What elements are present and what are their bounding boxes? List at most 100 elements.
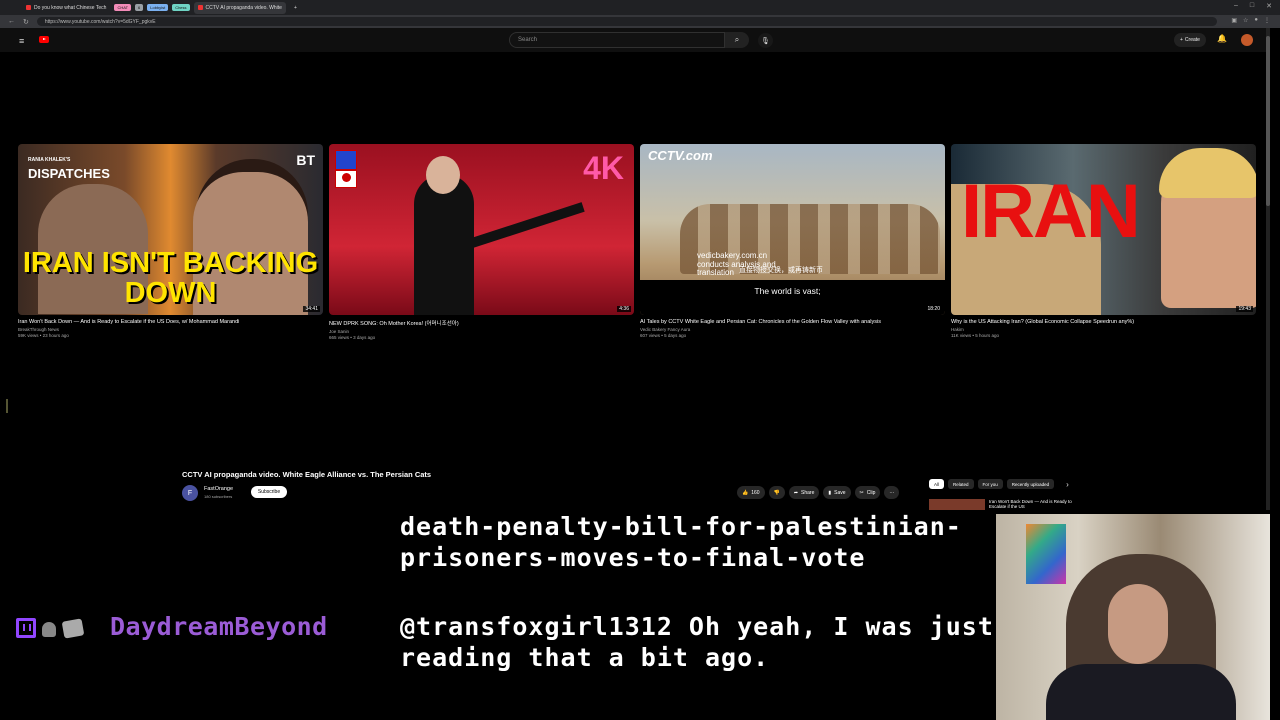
webcam-person-shirt (1046, 664, 1236, 720)
save-button[interactable]: ▮ Save (823, 486, 851, 499)
profile-icon[interactable]: ● (1254, 17, 1258, 24)
thumbnail-brand-text: DISPATCHES (28, 166, 110, 181)
youtube-logo-icon[interactable] (39, 36, 49, 43)
video-title[interactable]: NEW DPRK SONG: Oh Mother Korea! (어머니조선아) (329, 319, 634, 327)
close-window-button[interactable]: ✕ (1266, 2, 1272, 10)
video-actions: 👍 160 👎 ➦ Share ▮ Save ✂ Clip ··· (737, 486, 900, 499)
dislike-button[interactable]: 👎 (768, 486, 785, 499)
duration-badge: 4:36 (617, 306, 631, 312)
tab-group[interactable]: CHAT (114, 4, 132, 11)
channel-name[interactable]: Vedic Bakery Fancy Aura (640, 327, 945, 332)
thumbnail-headline: IRAN (961, 169, 1141, 254)
video-thumbnail[interactable]: CCTV.com vedicbakery.com.cn conducts ana… (640, 144, 945, 315)
video-card[interactable]: IRAN 19:43 Why is the US Attacking Iran?… (951, 144, 1256, 338)
chip-all[interactable]: All (929, 479, 945, 489)
url-field[interactable]: https://www.youtube.com/watch?v=5dGYF_pg… (36, 17, 1217, 26)
share-button[interactable]: ➦ Share (788, 486, 820, 499)
search-icon[interactable]: ⌕ (725, 32, 749, 48)
chip-related[interactable]: Related (948, 479, 974, 489)
clip-label: Clip (866, 489, 876, 496)
subscriber-count: 180 subscribers (204, 494, 233, 499)
thumbnail-subtitle: The world is vast; (754, 286, 821, 296)
thumbnail-singer-head (426, 156, 460, 194)
chat-username: DaydreamBeyond (110, 612, 328, 641)
search-input[interactable]: Search (509, 32, 725, 48)
thumbs-up-icon: 👍 (742, 489, 749, 496)
thumbnail-headline: IRAN ISN'T BACKING DOWN (22, 247, 319, 309)
up-next-title[interactable]: Iran Won't Back Down — And is Ready to E… (989, 499, 1079, 509)
thumbnail-corner-label: 4K (583, 150, 624, 186)
video-card[interactable]: CCTV.com vedicbakery.com.cn conducts ana… (640, 144, 945, 338)
video-title[interactable]: Why is the US Attacking Iran? (Global Ec… (951, 319, 1256, 325)
tab-label: Do you know what Chinese Tech (34, 4, 107, 11)
video-thumbnail[interactable]: RANIA KHALEK'S DISPATCHES BT IRAN ISN'T B… (18, 144, 323, 315)
channel-name[interactable]: FastOrange (204, 486, 233, 492)
avatar[interactable] (1241, 34, 1253, 46)
extension-icon[interactable]: ▣ (1231, 17, 1237, 24)
channel-avatar[interactable]: F (182, 485, 198, 501)
youtube-favicon-icon (26, 5, 31, 10)
maximize-button[interactable]: □ (1250, 2, 1254, 10)
chevron-right-icon[interactable]: › (1066, 480, 1069, 489)
bookmark-icon: ▮ (828, 489, 832, 496)
thumbnail-singer (414, 174, 474, 315)
browser-menu-icon[interactable]: ⋮ (1264, 17, 1270, 24)
video-thumbnail[interactable]: 4K 4:36 (329, 144, 634, 315)
chat-badge-icon (61, 618, 85, 639)
video-card[interactable]: 4K 4:36 NEW DPRK SONG: Oh Mother Korea! … (329, 144, 634, 340)
thumbnail-brand: RANIA KHALEK'S DISPATCHES (28, 154, 110, 180)
video-meta: 665 views • 3 days ago (329, 335, 376, 340)
notifications-bell-icon[interactable]: 🔔 (1217, 34, 1227, 43)
save-label: Save (834, 489, 846, 496)
video-meta: 11K views • 5 hours ago (951, 333, 1000, 338)
scrollbar-thumb[interactable] (1266, 36, 1270, 206)
video-title[interactable]: Iran Won't Back Down — And is Ready to E… (18, 319, 323, 325)
youtube-favicon-icon (197, 5, 203, 10)
more-actions-button[interactable]: ··· (884, 486, 900, 499)
address-bar-row: ← ↻ https://www.youtube.com/watch?v=5dGY… (0, 15, 1280, 28)
create-button[interactable]: + Create (1174, 33, 1206, 47)
clip-button[interactable]: ✂ Clip (854, 486, 881, 499)
video-page-title: CCTV AI propaganda video. White Eagle Al… (182, 470, 432, 479)
back-arrow-icon[interactable]: ← (8, 18, 15, 25)
twitch-icon (16, 618, 36, 638)
chip-recently-uploaded[interactable]: Recently uploaded (1006, 479, 1055, 489)
tab-group[interactable]: Chess (172, 4, 190, 11)
tab-group[interactable]: 6 (135, 4, 144, 11)
channel-name[interactable]: Joe Sanin (329, 329, 634, 334)
hamburger-menu-icon[interactable]: ≡ (19, 36, 24, 46)
channel-name[interactable]: Hakim (951, 327, 1256, 332)
new-tab-button[interactable]: + (290, 2, 301, 14)
screen: Do you know what Chinese Tech CHAT 6 Lob… (0, 0, 1280, 720)
tab-group[interactable]: Lobbyist (147, 4, 169, 11)
channel-name[interactable]: BreakThrough News (18, 327, 323, 332)
share-label: Share (801, 489, 815, 496)
window-controls: – □ ✕ (1234, 2, 1272, 10)
browser-tab[interactable]: Do you know what Chinese Tech (22, 2, 110, 14)
chat-message: @transfoxgirl1312 Oh yeah, I was just re… (400, 612, 994, 672)
subscribe-button[interactable]: Subscribe (251, 486, 287, 498)
thumbs-down-icon: 👎 (773, 489, 780, 496)
up-next-thumbnail[interactable] (929, 499, 985, 510)
thumbnail-corner-logo: BT (296, 152, 315, 168)
chat-badge-icon (42, 622, 56, 637)
create-label: Create (1184, 37, 1200, 43)
microphone-icon[interactable]: 🎙 (758, 33, 773, 48)
duration-badge: 34:41 (303, 306, 320, 312)
video-card[interactable]: RANIA KHALEK'S DISPATCHES BT IRAN ISN'T B… (18, 144, 323, 338)
minimize-button[interactable]: – (1234, 2, 1238, 10)
chip-for-you[interactable]: For you (977, 479, 1003, 489)
video-title[interactable]: AI Tales by CCTV White Eagle and Persian… (640, 319, 945, 325)
filter-chips: All Related For you Recently uploaded › (929, 479, 1069, 489)
up-next-item[interactable]: Iran Won't Back Down — And is Ready to E… (929, 497, 1089, 510)
webcam-person-face (1108, 584, 1168, 664)
browser-tab-active[interactable]: CCTV AI propaganda video. White (193, 1, 286, 14)
bookmark-star-icon[interactable]: ☆ (1243, 17, 1248, 24)
like-button[interactable]: 👍 160 (737, 486, 765, 499)
reload-icon[interactable]: ↻ (23, 18, 29, 26)
video-thumbnail[interactable]: IRAN 19:43 (951, 144, 1256, 315)
thumbnail-person-hair (1159, 148, 1256, 198)
tab-label: CCTV AI propaganda video. White (205, 4, 282, 11)
flag-icon (335, 150, 357, 188)
like-count: 160 (751, 489, 760, 496)
